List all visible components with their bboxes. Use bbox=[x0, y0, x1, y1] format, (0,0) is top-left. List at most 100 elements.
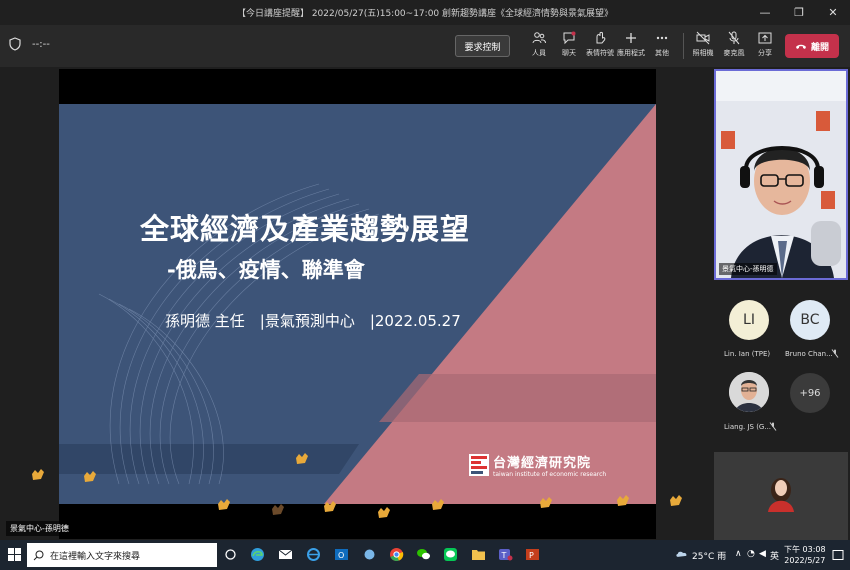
powerpoint-icon[interactable]: P bbox=[525, 547, 540, 562]
svg-text:O: O bbox=[338, 551, 344, 560]
leave-label: 離開 bbox=[810, 42, 829, 53]
mic-label: 麥克風 bbox=[723, 49, 745, 57]
slide-background bbox=[59, 104, 656, 504]
more-button[interactable]: 其他 bbox=[644, 31, 680, 63]
window-titlebar: 【今日講座提醒】 2022/05/27(五)15:00~17:00 創新趨勢講座… bbox=[0, 0, 850, 25]
toolbar-divider bbox=[683, 33, 684, 59]
slide-title: 全球經濟及產業趨勢展望 bbox=[139, 212, 470, 246]
weather-app-icon[interactable] bbox=[362, 547, 377, 562]
avatar-initials: LI bbox=[743, 312, 755, 328]
outlook-icon[interactable]: O bbox=[334, 547, 349, 562]
avatar[interactable]: BC bbox=[790, 300, 830, 340]
window-title: 【今日講座提醒】 2022/05/27(五)15:00~17:00 創新趨勢講座… bbox=[236, 9, 614, 19]
people-label: 人員 bbox=[532, 49, 546, 57]
more-icon bbox=[656, 36, 668, 40]
clap-reaction-icon bbox=[378, 507, 390, 518]
share-label: 分享 bbox=[758, 49, 772, 57]
participants-panel: 景氣中心-孫明德 LI Lin. Ian (TPE) BC Bruno Chan… bbox=[712, 67, 850, 540]
meeting-timer: --:-- bbox=[32, 39, 50, 50]
windows-start-icon[interactable] bbox=[8, 548, 21, 561]
logo-chinese: 台灣經濟研究院 bbox=[493, 456, 592, 471]
window-controls: — ❐ ✕ bbox=[748, 0, 850, 25]
participant-name: Bruno Chan... bbox=[785, 350, 833, 358]
avatar[interactable]: LI bbox=[729, 300, 769, 340]
clap-reaction-icon bbox=[324, 501, 336, 512]
clap-reaction-icon bbox=[540, 497, 552, 508]
more-participants-count: +96 bbox=[799, 387, 821, 399]
taskbar-clock[interactable]: 下午 03:08 2022/5/27 bbox=[784, 544, 826, 566]
clap-reaction-icon bbox=[432, 499, 444, 510]
maximize-icon[interactable]: ❐ bbox=[782, 0, 816, 25]
presenter-name-tag: 景氣中心-孫明德 bbox=[6, 521, 73, 536]
mic-off-icon bbox=[769, 422, 777, 431]
line-icon[interactable] bbox=[443, 547, 458, 562]
minimize-icon[interactable]: — bbox=[748, 0, 782, 25]
participant-photo bbox=[729, 372, 769, 412]
teams-icon[interactable]: T bbox=[498, 547, 513, 562]
shield-icon bbox=[9, 37, 21, 51]
edge-icon[interactable] bbox=[250, 547, 265, 562]
chrome-icon[interactable] bbox=[389, 547, 404, 562]
task-view-icon[interactable] bbox=[223, 547, 238, 562]
windows-taskbar: 在這裡輸入文字來搜尋 O T P 25°C 雨 ∧ ◔ ◀ 英 下午 03:08… bbox=[0, 540, 850, 570]
speaker-name-tag: 景氣中心-孫明德 bbox=[719, 263, 777, 275]
meeting-toolbar: --:-- 要求控制 人員 聊天 表情符號 應用程式 其他 照相機 麥克風 分享… bbox=[0, 25, 850, 67]
share-icon bbox=[758, 32, 772, 44]
close-icon[interactable]: ✕ bbox=[816, 0, 850, 25]
clap-reaction-icon bbox=[272, 504, 284, 515]
svg-text:P: P bbox=[529, 551, 534, 560]
clap-reaction-icon bbox=[218, 499, 230, 510]
tier-logo: 台灣經濟研究院 taiwan institute of economic res… bbox=[469, 452, 606, 478]
wechat-icon[interactable] bbox=[416, 547, 431, 562]
chat-label: 聊天 bbox=[562, 49, 576, 57]
camera-off-icon bbox=[696, 31, 710, 45]
clap-reaction-icon bbox=[617, 495, 629, 506]
mail-icon[interactable] bbox=[278, 547, 293, 562]
add-apps-icon bbox=[626, 33, 636, 43]
tier-logo-icon bbox=[469, 454, 489, 476]
notification-icon[interactable] bbox=[832, 548, 844, 563]
people-icon bbox=[532, 32, 546, 44]
self-video bbox=[714, 452, 848, 540]
logo-english: taiwan institute of economic research bbox=[493, 471, 607, 478]
shared-content-stage: 全球經濟及產業趨勢展望 -俄烏、疫情、聯準會 孫明德 主任 |景氣預測中心 |2… bbox=[0, 67, 712, 540]
mic-off-icon bbox=[728, 31, 740, 45]
participant-name: Lin. Ian (TPE) bbox=[724, 350, 771, 358]
wifi-icon[interactable]: ◔ bbox=[747, 549, 755, 559]
request-control-button[interactable]: 要求控制 bbox=[455, 35, 510, 57]
search-placeholder: 在這裡輸入文字來搜尋 bbox=[50, 551, 141, 562]
slide-canvas: 全球經濟及產業趨勢展望 -俄烏、疫情、聯準會 孫明德 主任 |景氣預測中心 |2… bbox=[59, 104, 656, 504]
more-participants-button[interactable]: +96 bbox=[790, 373, 830, 413]
slide-subtitle: -俄烏、疫情、聯準會 bbox=[167, 258, 365, 282]
volume-icon[interactable]: ◀ bbox=[759, 549, 766, 559]
share-button[interactable]: 分享 bbox=[747, 31, 783, 63]
file-explorer-icon[interactable] bbox=[471, 547, 486, 562]
reaction-icon bbox=[596, 31, 606, 44]
svg-text:T: T bbox=[501, 551, 507, 560]
taskbar-search-box[interactable]: 在這裡輸入文字來搜尋 bbox=[27, 543, 217, 567]
clock-time: 下午 03:08 bbox=[784, 545, 826, 554]
clock-date: 2022/5/27 bbox=[784, 556, 826, 565]
phone-hangup-icon bbox=[795, 44, 806, 49]
chat-icon bbox=[563, 31, 576, 45]
leave-button[interactable]: 離開 bbox=[785, 34, 839, 58]
speaker-video bbox=[716, 71, 846, 278]
clap-reaction-icon bbox=[670, 495, 682, 506]
self-video-tile[interactable] bbox=[714, 452, 848, 540]
speaker-video-tile[interactable]: 景氣中心-孫明德 bbox=[714, 69, 848, 280]
participant-name: Liang. JS (G... bbox=[724, 423, 772, 431]
weather-text: 25°C 雨 bbox=[692, 552, 727, 562]
tray-chevron-icon[interactable]: ∧ bbox=[735, 549, 742, 559]
weather-cloud-icon bbox=[676, 551, 687, 557]
ie-icon[interactable] bbox=[306, 547, 321, 562]
camera-label: 照相機 bbox=[692, 49, 714, 57]
avatar-initials: BC bbox=[800, 312, 820, 328]
clap-reaction-icon bbox=[32, 469, 44, 480]
more-label: 其他 bbox=[655, 49, 669, 57]
ime-indicator[interactable]: 英 bbox=[770, 549, 779, 562]
shared-slide: 全球經濟及產業趨勢展望 -俄烏、疫情、聯準會 孫明德 主任 |景氣預測中心 |2… bbox=[59, 69, 656, 539]
mic-off-icon bbox=[831, 349, 839, 358]
avatar[interactable] bbox=[729, 372, 769, 412]
clap-reaction-icon bbox=[296, 453, 308, 464]
slide-author-line: 孫明德 主任 |景氣預測中心 |2022.05.27 bbox=[165, 312, 461, 330]
